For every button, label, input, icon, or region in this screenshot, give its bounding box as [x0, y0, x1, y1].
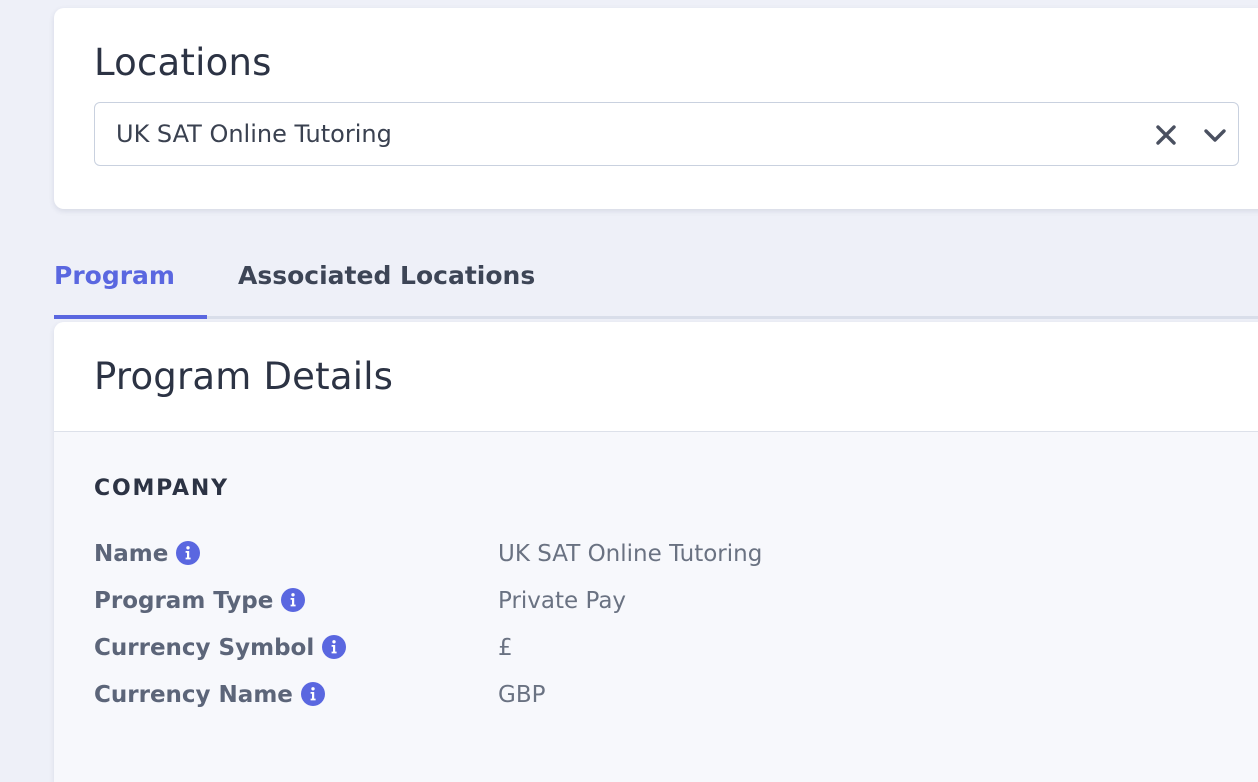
field-label-currency-symbol: Currency Symbol [94, 634, 347, 661]
field-label-name: Name [94, 540, 201, 567]
field-label-program-type: Program Type [94, 587, 306, 614]
info-icon[interactable] [176, 540, 201, 565]
field-label-currency-name: Currency Name [94, 681, 325, 708]
field-value-program-type: Private Pay [498, 588, 627, 614]
field-label-text: Currency Name [94, 682, 293, 708]
field-value-currency-symbol: £ [498, 635, 513, 661]
program-details-title: Program Details [94, 355, 394, 398]
tab-bar-divider [54, 316, 1258, 319]
tab-associated-locations[interactable]: Associated Locations [238, 263, 535, 288]
program-details-header: Program Details [54, 322, 1258, 432]
close-icon[interactable] [1154, 123, 1178, 147]
field-row-currency-symbol: Currency Symbol £ [94, 634, 1194, 667]
program-details-card: Program Details COMPANY Name UK SAT Onli… [54, 322, 1258, 782]
tab-program[interactable]: Program [54, 263, 175, 288]
locations-selected-value: UK SAT Online Tutoring [116, 120, 392, 148]
field-value-currency-name: GBP [498, 682, 546, 708]
locations-title: Locations [94, 41, 272, 84]
field-value-name: UK SAT Online Tutoring [498, 541, 763, 567]
field-row-name: Name UK SAT Online Tutoring [94, 540, 1194, 573]
field-label-text: Currency Symbol [94, 635, 315, 661]
tab-bar: Program Associated Locations [54, 256, 1258, 320]
locations-card: Locations UK SAT Online Tutoring [54, 8, 1258, 209]
chevron-down-icon[interactable] [1202, 123, 1228, 147]
field-label-text: Name [94, 541, 169, 567]
info-icon[interactable] [281, 587, 306, 612]
field-row-currency-name: Currency Name GBP [94, 681, 1194, 714]
field-label-text: Program Type [94, 588, 274, 614]
section-title-company: COMPANY [94, 476, 229, 501]
field-row-program-type: Program Type Private Pay [94, 587, 1194, 620]
locations-select[interactable]: UK SAT Online Tutoring [94, 102, 1239, 166]
info-icon[interactable] [300, 681, 325, 706]
info-icon[interactable] [322, 634, 347, 659]
active-tab-indicator [54, 315, 207, 319]
